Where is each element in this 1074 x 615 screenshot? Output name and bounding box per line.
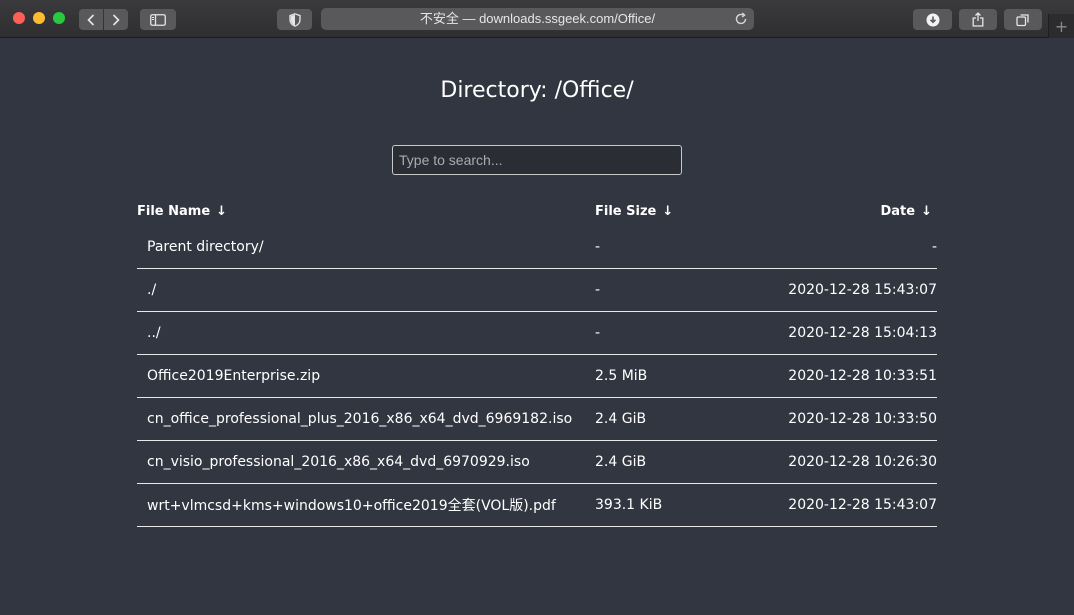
sidebar-icon <box>150 13 166 26</box>
column-header-label: File Name <box>137 203 211 219</box>
table-row[interactable]: cn_visio_professional_2016_x86_x64_dvd_6… <box>137 440 937 484</box>
column-header-file-name[interactable]: File Name ↓ <box>137 197 595 225</box>
reload-icon[interactable] <box>734 12 748 26</box>
table-row[interactable]: Office2019Enterprise.zip 2.5 MiB 2020-12… <box>137 354 937 398</box>
file-date: 2020-12-28 15:04:13 <box>781 311 937 355</box>
file-size: - <box>595 268 781 312</box>
share-icon <box>972 12 984 27</box>
file-date: 2020-12-28 10:26:30 <box>781 440 937 484</box>
file-date: 2020-12-28 10:33:51 <box>781 354 937 398</box>
sort-arrow-icon: ↓ <box>662 203 674 219</box>
address-text: 不安全 — downloads.ssgeek.com/Office/ <box>419 11 656 26</box>
close-window-button[interactable] <box>13 12 25 24</box>
sort-arrow-icon: ↓ <box>216 203 228 219</box>
file-name-link[interactable]: ./ <box>137 268 595 312</box>
search-input[interactable] <box>392 145 682 175</box>
file-date: - <box>781 225 937 269</box>
file-size: 2.4 GiB <box>595 397 781 441</box>
table-row[interactable]: wrt+vlmcsd+kms+windows10+office2019全套(VO… <box>137 483 937 527</box>
file-date: 2020-12-28 15:43:07 <box>781 483 937 527</box>
file-name-link[interactable]: cn_visio_professional_2016_x86_x64_dvd_6… <box>137 440 595 484</box>
tab-overview-button[interactable] <box>1004 9 1042 30</box>
column-header-file-size[interactable]: File Size ↓ <box>595 197 781 225</box>
tabs-overview-icon <box>1016 13 1029 26</box>
new-tab-button[interactable]: + <box>1048 14 1074 38</box>
table-row[interactable]: ../ - 2020-12-28 15:04:13 <box>137 311 937 355</box>
table-row[interactable]: cn_office_professional_plus_2016_x86_x64… <box>137 397 937 441</box>
file-size: 393.1 KiB <box>595 483 781 527</box>
column-header-date[interactable]: Date ↓ <box>781 197 937 225</box>
forward-button[interactable] <box>104 9 128 30</box>
file-name-link[interactable]: cn_office_professional_plus_2016_x86_x64… <box>137 397 595 441</box>
sidebar-toggle-button[interactable] <box>140 9 176 30</box>
plus-icon: + <box>1054 16 1069 36</box>
file-name-link[interactable]: Office2019Enterprise.zip <box>137 354 595 398</box>
file-name-link[interactable]: ../ <box>137 311 595 355</box>
privacy-report-button[interactable] <box>277 9 312 30</box>
back-button[interactable] <box>79 9 103 30</box>
address-bar[interactable]: 不安全 — downloads.ssgeek.com/Office/ <box>321 8 754 30</box>
column-header-label: Date <box>880 203 916 219</box>
share-button[interactable] <box>959 9 997 30</box>
file-date: 2020-12-28 10:33:50 <box>781 397 937 441</box>
file-size: - <box>595 311 781 355</box>
page-title: Directory: /Office/ <box>440 78 634 103</box>
file-date: 2020-12-28 15:43:07 <box>781 268 937 312</box>
browser-toolbar: 不安全 — downloads.ssgeek.com/Office/ + <box>0 0 1074 38</box>
minimize-window-button[interactable] <box>33 12 45 24</box>
file-size: 2.4 GiB <box>595 440 781 484</box>
download-icon <box>926 13 939 26</box>
file-name-link[interactable]: wrt+vlmcsd+kms+windows10+office2019全套(VO… <box>137 483 595 527</box>
file-name-link[interactable]: Parent directory/ <box>137 225 595 269</box>
file-size: 2.5 MiB <box>595 354 781 398</box>
column-header-label: File Size <box>595 203 657 219</box>
table-header-row: File Name ↓ File Size ↓ Date ↓ <box>137 197 937 225</box>
file-size: - <box>595 225 781 269</box>
downloads-button[interactable] <box>913 9 952 30</box>
shield-icon <box>288 12 301 27</box>
fullscreen-window-button[interactable] <box>53 12 65 24</box>
table-row[interactable]: Parent directory/ - - <box>137 225 937 269</box>
sort-arrow-icon: ↓ <box>921 203 932 219</box>
table-row[interactable]: ./ - 2020-12-28 15:43:07 <box>137 268 937 312</box>
chevron-left-icon <box>87 13 95 26</box>
file-listing-table: File Name ↓ File Size ↓ Date ↓ Parent direc… <box>137 197 937 527</box>
chevron-right-icon <box>112 13 120 26</box>
